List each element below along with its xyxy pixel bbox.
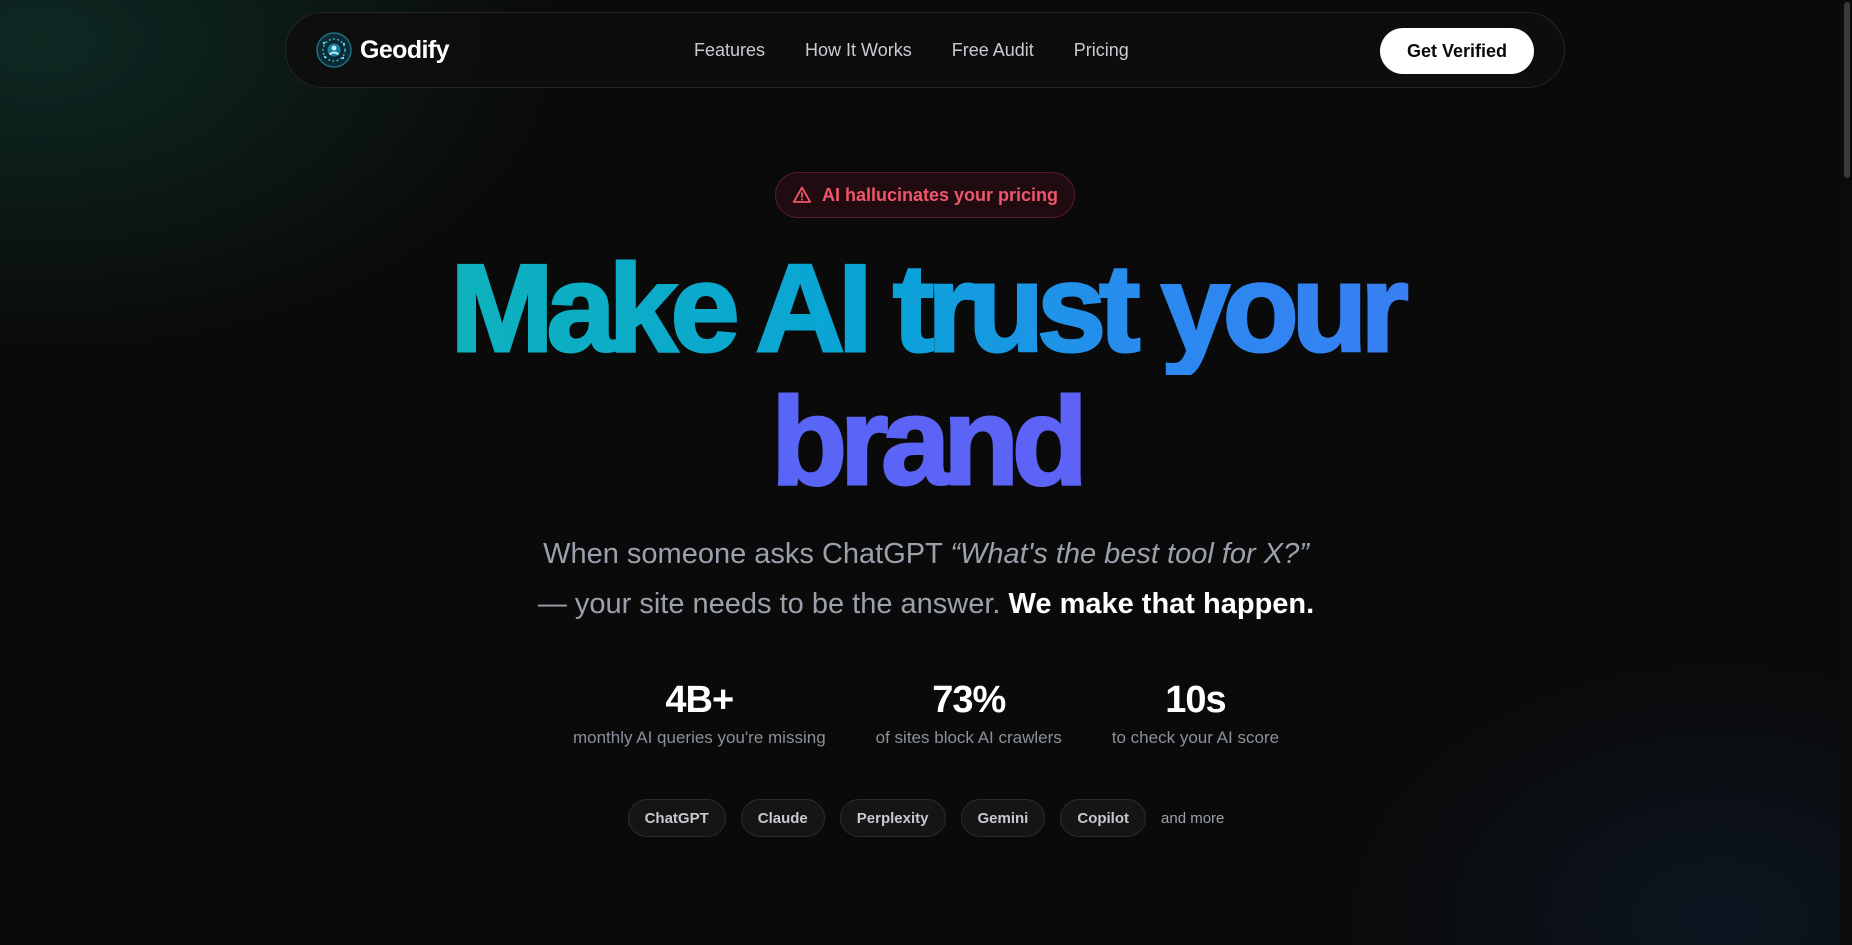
- nav-link-free-audit[interactable]: Free Audit: [952, 40, 1034, 61]
- stat-item: 10s to check your AI score: [1112, 676, 1279, 750]
- stat-value: 10s: [1165, 679, 1226, 721]
- scrollbar-thumb[interactable]: [1844, 2, 1850, 178]
- platform-tag-gemini: Gemini: [960, 799, 1046, 837]
- get-verified-button[interactable]: Get Verified: [1380, 28, 1534, 74]
- stat-label: to check your AI score: [1111, 728, 1280, 747]
- stat-item: 4B+ monthly AI queries you're missing: [573, 676, 826, 750]
- stat-value: 4B+: [665, 679, 734, 721]
- alert-badge-text: AI hallucinates your pricing: [821, 184, 1059, 205]
- hero-headline-line-2: brand: [0, 375, 1852, 510]
- nav-links: Features How It Works Free Audit Pricing: [694, 13, 1169, 87]
- stat-label: of sites block AI crawlers: [875, 728, 1062, 747]
- hero-subtext-emphasis: We make that happen.: [1008, 588, 1315, 620]
- nav-link-pricing[interactable]: Pricing: [1074, 40, 1129, 61]
- nav-link-features[interactable]: Features: [694, 40, 765, 61]
- platform-tag-chatgpt: ChatGPT: [627, 799, 726, 837]
- warning-triangle-icon: [792, 186, 812, 203]
- page-scrollbar[interactable]: [1840, 0, 1852, 945]
- brand[interactable]: Geodify: [316, 32, 449, 68]
- hero-subtext-quote: “What's the best tool for X?”: [950, 538, 1309, 570]
- platform-tag-claude: Claude: [740, 799, 825, 837]
- hero-headline: Make AI trust your brand: [0, 242, 1852, 510]
- platforms-more-text: and more: [1161, 809, 1225, 827]
- brand-name: Geodify: [360, 35, 449, 64]
- hero-subtext-part-2: — your site needs to be the answer.: [537, 588, 1009, 620]
- hero-subtext-part-1: When someone asks ChatGPT: [543, 538, 951, 570]
- stat-value: 73%: [932, 679, 1006, 721]
- platform-tags: ChatGPT Claude Perplexity Gemini Copilot…: [0, 799, 1852, 837]
- stats-row: 4B+ monthly AI queries you're missing 73…: [0, 676, 1852, 750]
- alert-badge: AI hallucinates your pricing: [775, 172, 1075, 218]
- top-navbar: Geodify Features How It Works Free Audit…: [285, 12, 1565, 88]
- globe-logo-icon: [316, 32, 352, 68]
- nav-link-how-it-works[interactable]: How It Works: [805, 40, 912, 61]
- stat-item: 73% of sites block AI crawlers: [876, 676, 1062, 750]
- platform-tag-copilot: Copilot: [1060, 799, 1147, 837]
- platform-tag-perplexity: Perplexity: [839, 799, 946, 837]
- hero-headline-line-1: Make AI trust your: [0, 242, 1852, 377]
- hero-subtext: When someone asks ChatGPT “What's the be…: [0, 529, 1852, 629]
- stat-label: monthly AI queries you're missing: [572, 728, 826, 747]
